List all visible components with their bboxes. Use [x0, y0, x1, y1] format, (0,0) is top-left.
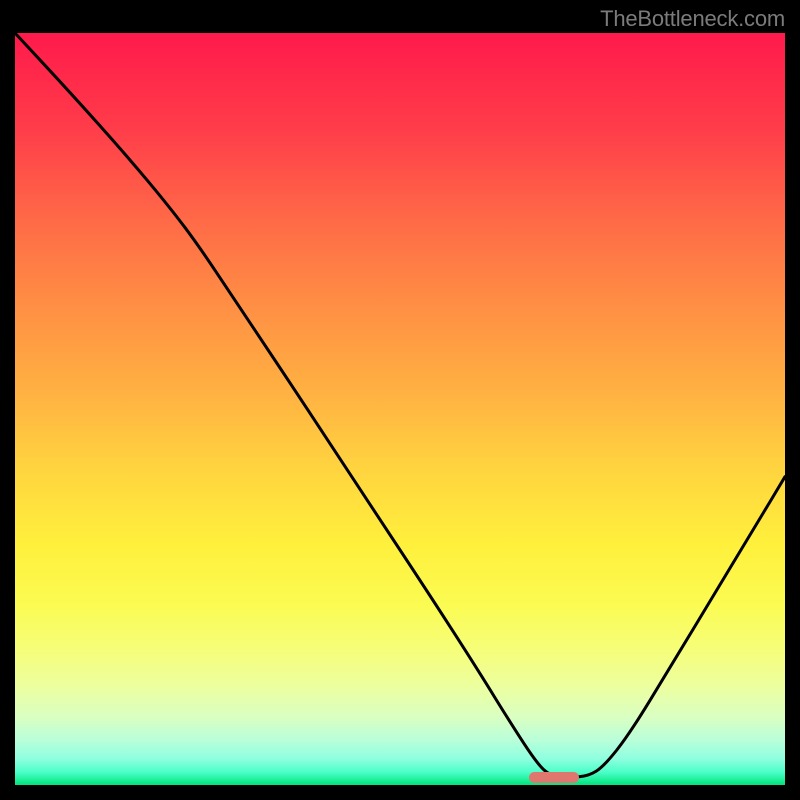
bottleneck-curve	[15, 33, 785, 777]
chart-curve-layer	[15, 33, 785, 785]
chart-frame	[15, 33, 785, 785]
optimum-marker	[529, 772, 579, 783]
attribution-text: TheBottleneck.com	[600, 6, 785, 32]
